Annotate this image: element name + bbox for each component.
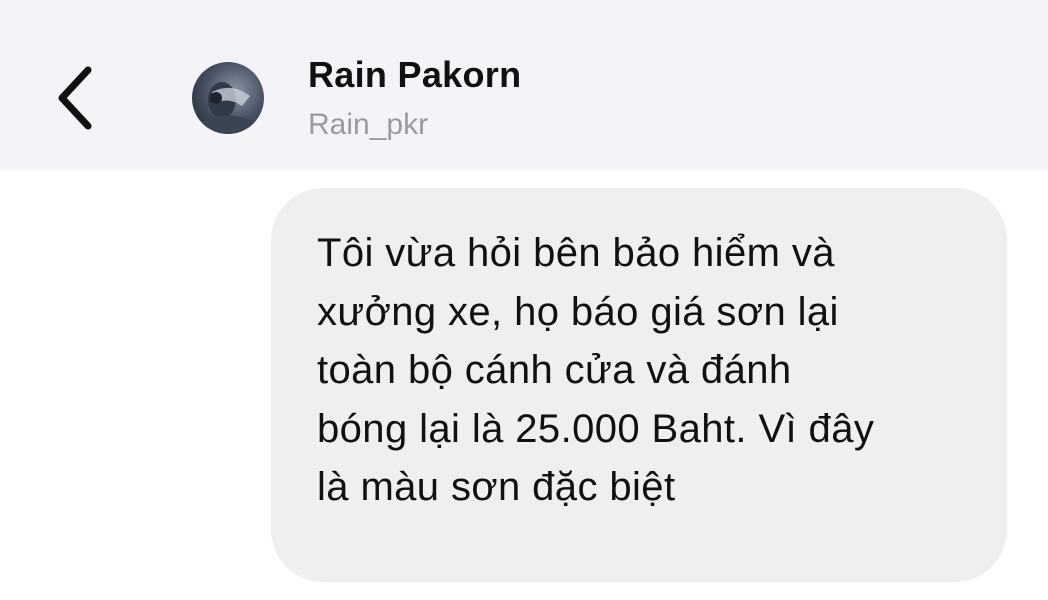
chat-header: Rain Pakorn Rain_pkr (0, 0, 1048, 170)
chevron-left-icon (58, 66, 92, 130)
contact-name[interactable]: Rain Pakorn (308, 54, 521, 96)
back-button[interactable] (48, 58, 108, 138)
contact-handle: Rain_pkr (308, 108, 429, 141)
message-text: Tôi vừa hỏi bên bảo hiểm và xưởng xe, họ… (317, 231, 875, 509)
message-bubble[interactable]: Tôi vừa hỏi bên bảo hiểm và xưởng xe, họ… (271, 188, 1007, 582)
avatar-image (198, 82, 258, 134)
avatar[interactable] (192, 62, 264, 134)
